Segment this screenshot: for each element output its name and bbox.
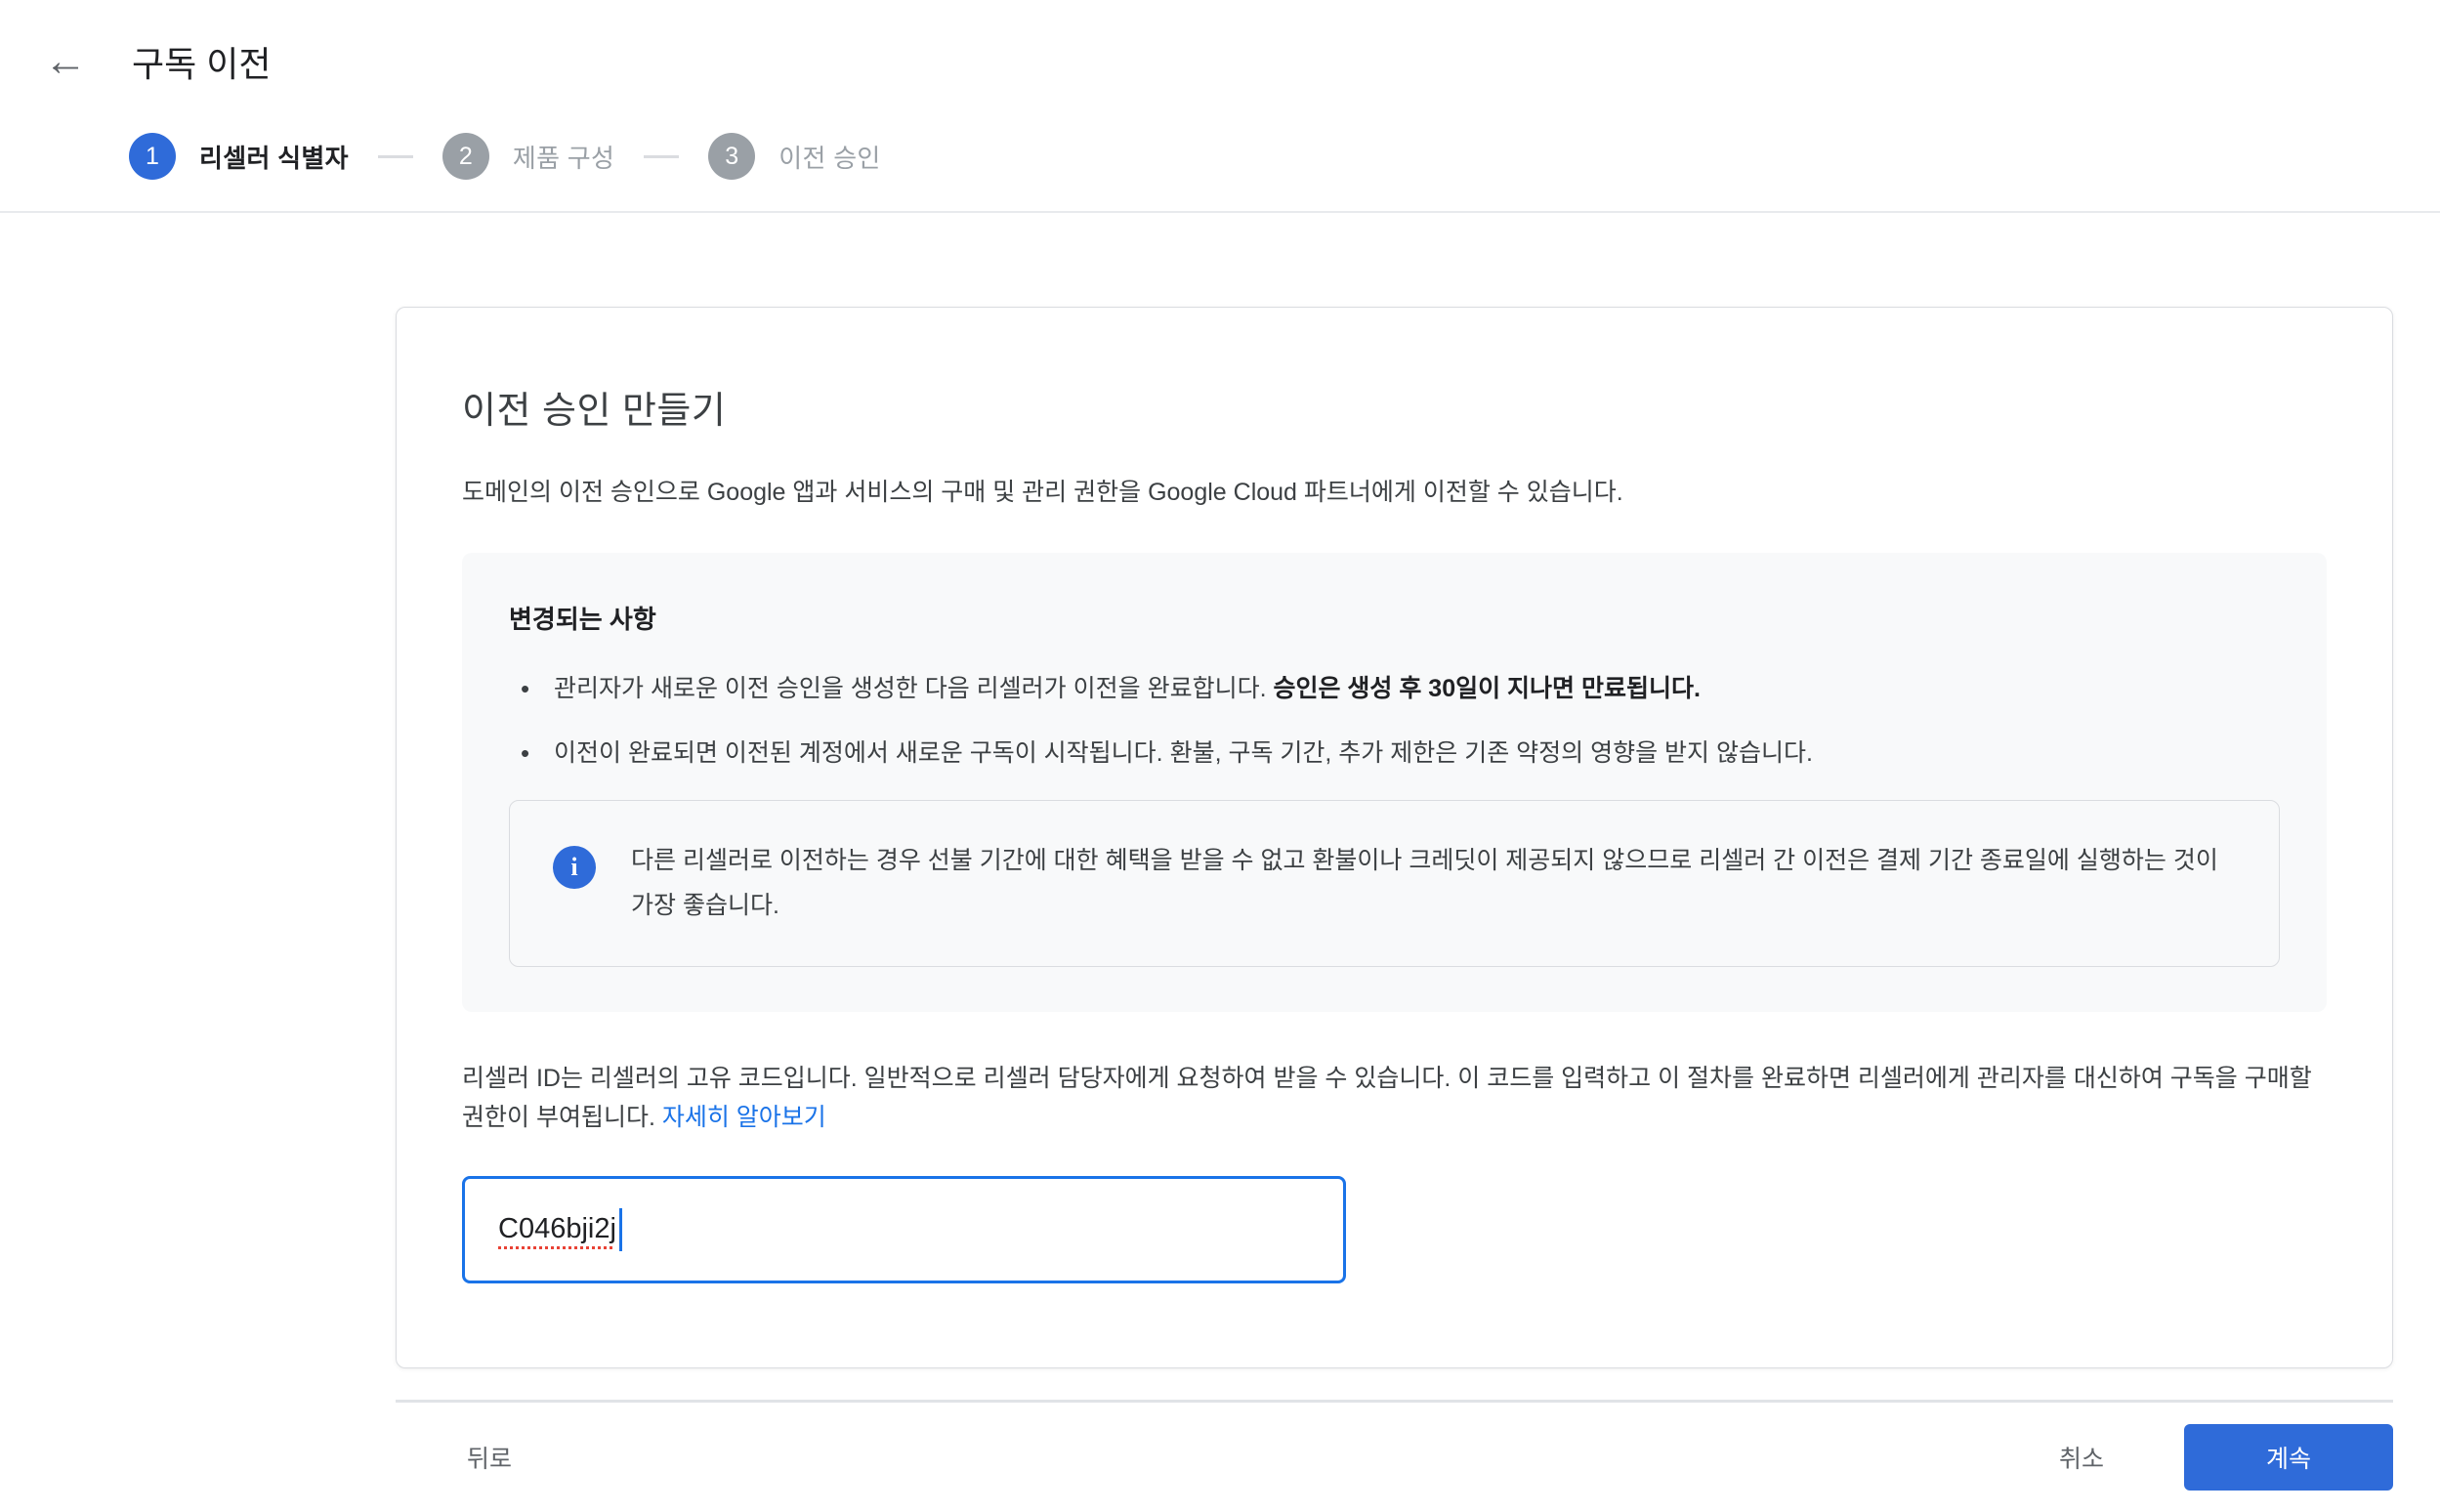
- step-connector: [377, 154, 413, 158]
- changes-panel-heading: 변경되는 사항: [509, 604, 656, 634]
- bullet-1-expiry-note: 승인은 생성 후 30일이 지나면 만료됩니다.: [1273, 674, 1701, 702]
- step-transfer-approval[interactable]: 3 이전 승인: [708, 133, 880, 180]
- changes-list: 관리자가 새로운 이전 승인을 생성한 다음 리셀러가 이전을 완료합니다. 승…: [519, 671, 2280, 773]
- text-cursor: [618, 1207, 622, 1251]
- back-button[interactable]: 뒤로: [467, 1440, 512, 1475]
- step-3-label: 이전 승인: [778, 143, 881, 173]
- step-2-label: 제품 구성: [512, 143, 615, 173]
- footer: 뒤로 취소 계속: [396, 1403, 2393, 1512]
- step-product-configuration[interactable]: 2 제품 구성: [442, 133, 614, 180]
- reseller-id-input[interactable]: C046bji2j: [462, 1175, 1346, 1283]
- bullet-1-text: 관리자가 새로운 이전 승인을 생성한 다음 리셀러가 이전을 완료합니다.: [554, 674, 1274, 702]
- info-callout: i 다른 리셀러로 이전하는 경우 선불 기간에 대한 혜택을 받을 수 없고 …: [509, 800, 2280, 967]
- card-description: 도메인의 이전 승인으로 Google 앱과 서비스의 구매 및 관리 권한을 …: [462, 479, 1623, 506]
- reseller-id-value: C046bji2j: [498, 1213, 616, 1244]
- step-connector: [644, 154, 680, 158]
- header-divider: [0, 211, 2440, 213]
- step-3-circle: 3: [708, 133, 756, 180]
- learn-more-link[interactable]: 자세히 알아보기: [662, 1104, 826, 1131]
- info-icon: i: [553, 846, 596, 889]
- reseller-id-description: 리셀러 ID는 리셀러의 고유 코드입니다. 일반적으로 리셀러 담당자에게 요…: [462, 1059, 2327, 1137]
- continue-button[interactable]: 계속: [2184, 1423, 2393, 1491]
- info-callout-text: 다른 리셀러로 이전하는 경우 선불 기간에 대한 혜택을 받을 수 없고 환불…: [631, 847, 2218, 920]
- transfer-approval-card: 이전 승인 만들기 도메인의 이전 승인으로 Google 앱과 서비스의 구매…: [396, 307, 2393, 1368]
- card-title: 이전 승인 만들기: [462, 391, 727, 432]
- page-header: ← 구독 이전 1 리셀러 식별자 2 제품 구성 3 이전 승인: [0, 0, 2440, 213]
- step-1-circle: 1: [129, 133, 176, 180]
- stepper: 1 리셀러 식별자 2 제품 구성 3 이전 승인: [129, 133, 2440, 211]
- changes-list-item: 이전이 완료되면 이전된 계정에서 새로운 구독이 시작됩니다. 환불, 구독 …: [519, 735, 2280, 773]
- back-arrow-icon[interactable]: ←: [44, 40, 99, 83]
- cancel-button[interactable]: 취소: [2059, 1440, 2104, 1475]
- page-title: 구독 이전: [132, 44, 272, 84]
- changes-panel: 변경되는 사항 관리자가 새로운 이전 승인을 생성한 다음 리셀러가 이전을 …: [462, 552, 2327, 1012]
- bullet-2-text: 이전이 완료되면 이전된 계정에서 새로운 구독이 시작됩니다. 환불, 구독 …: [554, 738, 1813, 767]
- step-1-label: 리셀러 식별자: [199, 143, 349, 173]
- changes-list-item: 관리자가 새로운 이전 승인을 생성한 다음 리셀러가 이전을 완료합니다. 승…: [519, 671, 2280, 708]
- step-2-circle: 2: [442, 133, 489, 180]
- step-reseller-identifier[interactable]: 1 리셀러 식별자: [129, 133, 349, 180]
